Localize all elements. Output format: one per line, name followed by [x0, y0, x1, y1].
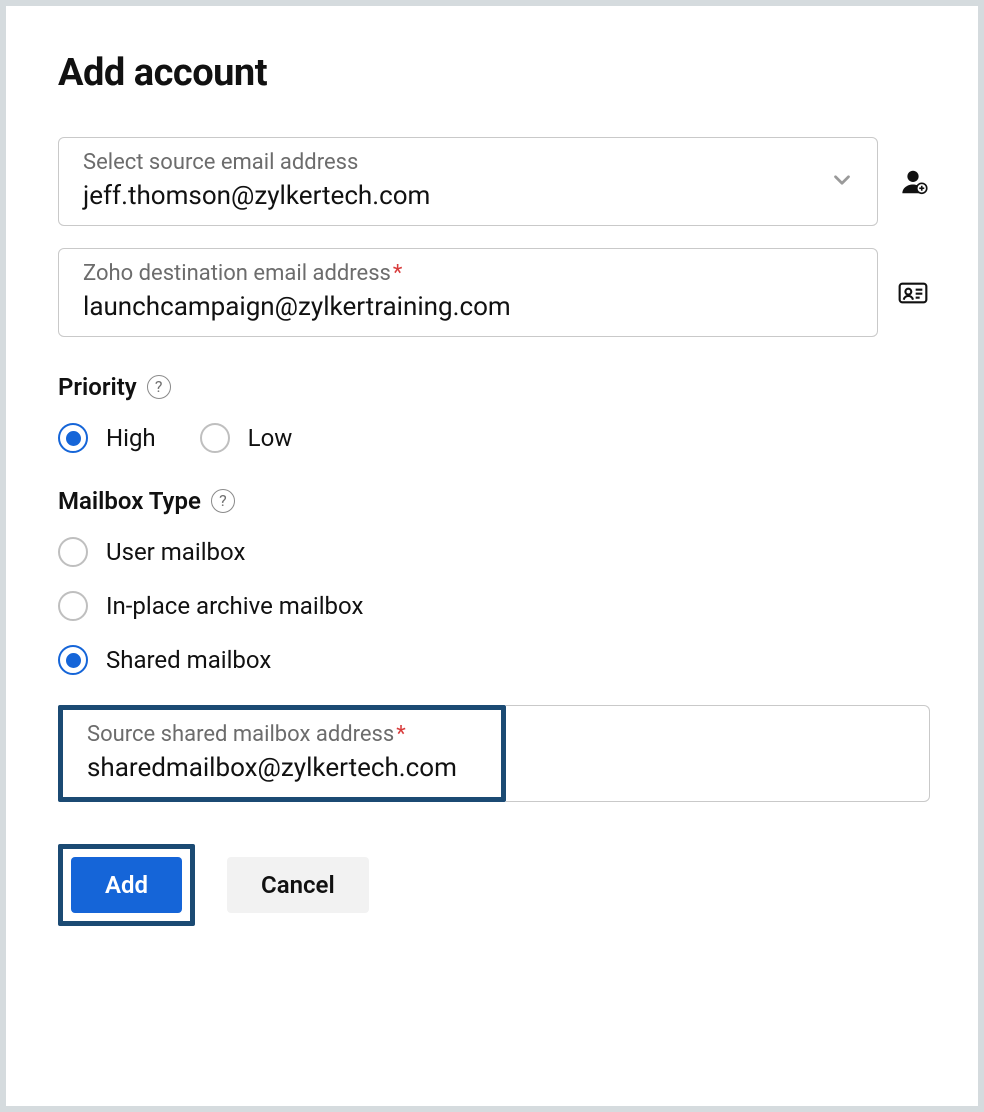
add-user-icon[interactable]	[896, 167, 930, 197]
destination-email-label-text: Zoho destination email address	[83, 261, 391, 286]
shared-mailbox-field[interactable]: Source shared mailbox address*	[63, 710, 501, 797]
mailbox-user-label: User mailbox	[106, 538, 245, 566]
mailbox-type-section-title: Mailbox Type ?	[58, 487, 930, 515]
priority-section-title: Priority ?	[58, 373, 930, 401]
destination-email-row: Zoho destination email address*	[58, 248, 930, 337]
add-button[interactable]: Add	[71, 857, 182, 913]
shared-mailbox-input[interactable]	[87, 753, 487, 783]
priority-label: Priority	[58, 373, 137, 401]
chevron-down-icon	[829, 167, 855, 197]
required-asterisk: *	[396, 722, 405, 747]
shared-mailbox-label: Source shared mailbox address*	[87, 722, 487, 747]
shared-mailbox-field-row: Source shared mailbox address*	[58, 705, 930, 802]
help-icon[interactable]: ?	[147, 375, 171, 399]
mailbox-archive-option[interactable]: In-place archive mailbox	[58, 591, 930, 621]
highlight-frame: Add	[58, 844, 195, 926]
source-email-row: Select source email address jeff.thomson…	[58, 137, 930, 226]
mailbox-archive-label: In-place archive mailbox	[106, 592, 363, 620]
priority-high-label: High	[106, 424, 156, 452]
mailbox-type-label: Mailbox Type	[58, 487, 201, 515]
radio-icon	[58, 537, 88, 567]
destination-email-field[interactable]: Zoho destination email address*	[58, 248, 878, 337]
radio-icon	[200, 423, 230, 453]
radio-icon	[58, 423, 88, 453]
mailbox-type-radio-group: User mailbox In-place archive mailbox Sh…	[58, 537, 930, 675]
shared-mailbox-field-extend	[506, 705, 930, 802]
help-icon[interactable]: ?	[211, 489, 235, 513]
source-email-select[interactable]: Select source email address jeff.thomson…	[58, 137, 878, 226]
priority-high-option[interactable]: High	[58, 423, 156, 453]
add-account-panel: Add account Select source email address …	[6, 6, 978, 1106]
action-buttons: Add Cancel	[58, 844, 930, 926]
shared-mailbox-label-text: Source shared mailbox address	[87, 722, 394, 747]
priority-low-option[interactable]: Low	[200, 423, 293, 453]
priority-radio-group: High Low	[58, 423, 930, 453]
source-email-value: jeff.thomson@zylkertech.com	[83, 181, 853, 211]
priority-low-label: Low	[248, 424, 293, 452]
radio-icon	[58, 645, 88, 675]
required-asterisk: *	[393, 261, 402, 286]
cancel-button[interactable]: Cancel	[227, 857, 369, 913]
mailbox-shared-label: Shared mailbox	[106, 646, 271, 674]
mailbox-shared-option[interactable]: Shared mailbox	[58, 645, 930, 675]
page-title: Add account	[58, 51, 930, 95]
highlight-frame: Source shared mailbox address*	[58, 705, 506, 802]
radio-icon	[58, 591, 88, 621]
destination-email-input[interactable]	[83, 292, 853, 322]
contact-card-icon[interactable]	[896, 277, 930, 309]
destination-email-label: Zoho destination email address*	[83, 261, 853, 286]
mailbox-user-option[interactable]: User mailbox	[58, 537, 930, 567]
source-email-label: Select source email address	[83, 150, 853, 175]
